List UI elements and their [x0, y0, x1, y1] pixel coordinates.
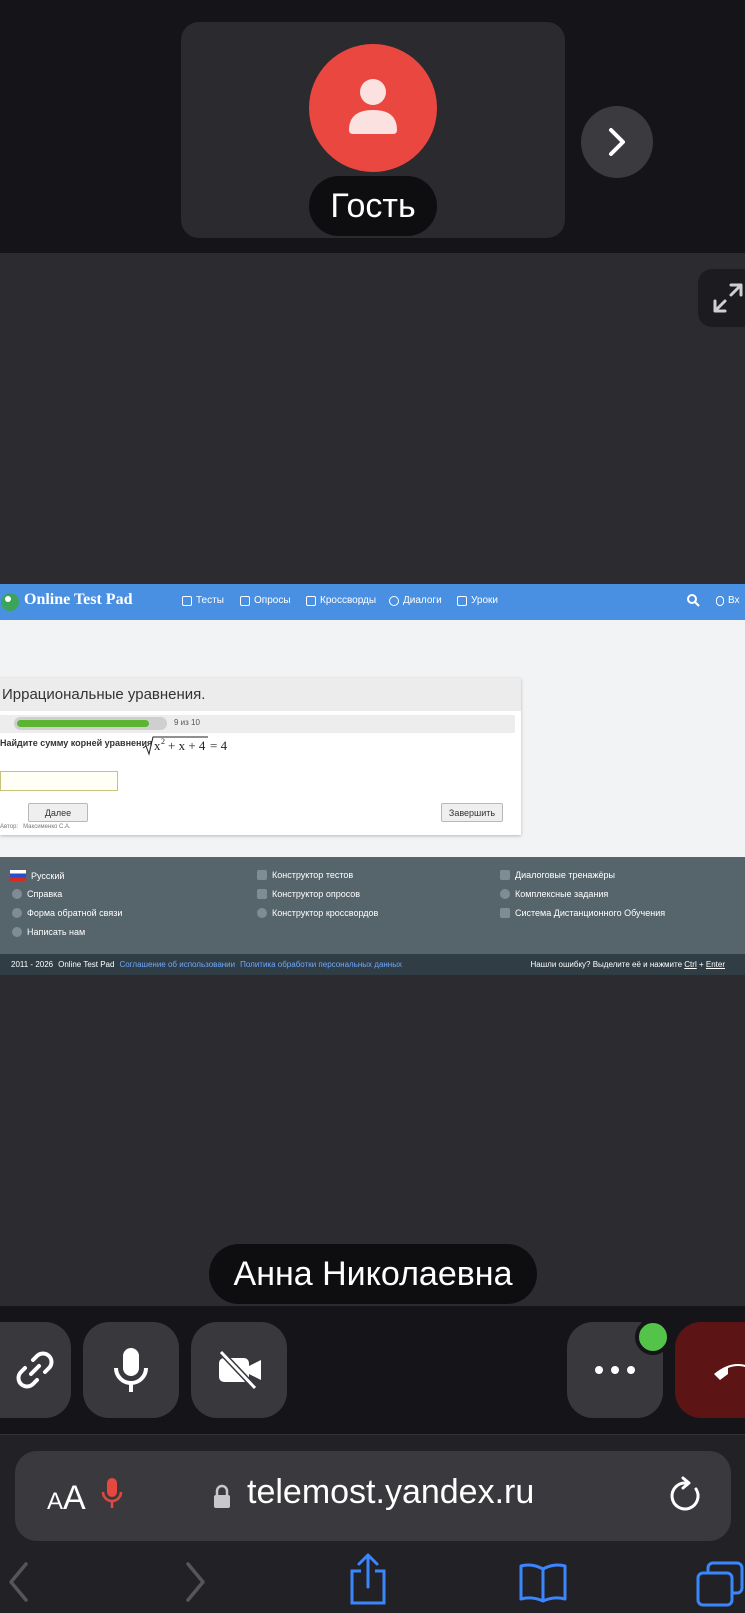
reload-icon[interactable] — [669, 1475, 703, 1515]
finish-test-button[interactable]: Завершить — [441, 803, 503, 822]
lms-icon — [500, 908, 510, 918]
user-icon — [716, 595, 724, 606]
call-controls — [0, 1306, 745, 1434]
svg-text:x: x — [154, 738, 161, 753]
footer-feedback[interactable]: Форма обратной связи — [12, 908, 122, 918]
camera-button[interactable] — [191, 1322, 287, 1418]
footer-help[interactable]: Справка — [12, 889, 62, 899]
tabs-icon[interactable] — [696, 1561, 744, 1607]
speaker-name: Анна Николаевна — [209, 1244, 537, 1304]
dialogs-icon — [389, 595, 399, 606]
forward-icon[interactable] — [182, 1561, 208, 1603]
tests-icon — [257, 870, 267, 880]
microphone-button[interactable] — [83, 1322, 179, 1418]
crosswords-icon — [306, 595, 316, 606]
russian-flag-icon — [10, 870, 26, 881]
progress-bar — [14, 717, 167, 730]
nav-polls[interactable]: Опросы — [240, 595, 291, 606]
mail-icon — [12, 927, 22, 937]
share-icon[interactable] — [348, 1553, 388, 1605]
next-participants-button[interactable] — [581, 106, 653, 178]
microphone-active-icon[interactable] — [101, 1477, 123, 1511]
guest-name: Гость — [309, 176, 437, 236]
back-icon[interactable] — [6, 1561, 32, 1603]
error-hint: Нашли ошибку? Выделите её и нажмите Ctrl… — [530, 960, 725, 969]
chevron-right-icon — [609, 128, 625, 156]
crosswords-icon — [257, 908, 267, 918]
privacy-link[interactable]: Политика обработки персональных данных — [240, 960, 402, 969]
svg-text:= 4: = 4 — [210, 738, 228, 753]
author-line: Автор: Максименко С.А. — [0, 824, 71, 830]
notification-dot — [635, 1319, 671, 1355]
footer-write-us[interactable]: Написать нам — [12, 927, 85, 937]
bookmarks-icon[interactable] — [518, 1561, 568, 1603]
polls-icon — [240, 595, 250, 606]
site-header: Online Test Pad Тесты Опросы Кроссворды … — [0, 584, 745, 620]
footer-lms[interactable]: Система Дистанционного Обучения — [500, 908, 665, 918]
microphone-icon — [114, 1348, 148, 1392]
lock-icon — [214, 1484, 230, 1508]
terms-link[interactable]: Соглашение об использовании — [119, 960, 235, 969]
question-equation: x 2 + x + 4 = 4 — [142, 735, 234, 761]
nav-crosswords[interactable]: Кроссворды — [306, 595, 376, 606]
tasks-icon — [500, 889, 510, 899]
progress-fill — [17, 720, 149, 727]
reader-settings-button[interactable]: AA — [47, 1479, 86, 1518]
progress-text: 9 из 10 — [174, 718, 200, 727]
fullscreen-button[interactable] — [698, 269, 745, 327]
url-text[interactable]: telemost.yandex.ru — [247, 1473, 534, 1512]
shared-screen: Online Test Pad Тесты Опросы Кроссворды … — [0, 584, 745, 975]
tests-icon — [182, 595, 192, 606]
copy-link-button[interactable] — [0, 1322, 71, 1418]
guest-tile[interactable]: Гость — [181, 22, 565, 238]
answer-input[interactable] — [0, 771, 118, 791]
link-icon — [16, 1351, 54, 1389]
next-question-button[interactable]: Далее — [28, 803, 88, 822]
site-footer: Русский Справка Форма обратной связи Нап… — [0, 857, 745, 954]
copyright-bar: 2011 - 2026 Online Test Pad Соглашение о… — [0, 954, 745, 975]
nav-lessons[interactable]: Уроки — [457, 595, 498, 606]
question-text: Найдите сумму корней уравнения — [0, 738, 153, 748]
test-title: Иррациональные уравнения. — [0, 678, 521, 711]
site-logo-icon — [1, 593, 19, 611]
expand-icon — [713, 283, 743, 313]
copyright-left: 2011 - 2026 Online Test Pad Соглашение о… — [11, 960, 402, 969]
polls-icon — [257, 889, 267, 899]
address-bar[interactable]: AA telemost.yandex.ru — [15, 1451, 731, 1541]
footer-complex-tasks[interactable]: Комплексные задания — [500, 889, 608, 899]
footer-crossword-builder[interactable]: Конструктор кроссвордов — [257, 908, 378, 918]
hang-up-button[interactable] — [675, 1322, 745, 1418]
test-card: Иррациональные уравнения. 9 из 10 Найдит… — [0, 678, 521, 835]
nav-login[interactable]: Вх — [716, 595, 740, 606]
lessons-icon — [457, 595, 467, 606]
participant-strip: Гость — [0, 0, 745, 253]
nav-tests[interactable]: Тесты — [182, 595, 224, 606]
guest-avatar — [309, 44, 437, 172]
svg-text:2: 2 — [161, 737, 165, 746]
progress-row: 9 из 10 — [0, 715, 515, 733]
browser-bar: AA telemost.yandex.ru — [0, 1434, 745, 1613]
footer-language[interactable]: Русский — [10, 870, 64, 881]
hang-up-icon — [714, 1364, 745, 1380]
site-logo-text[interactable]: Online Test Pad — [24, 591, 132, 609]
info-icon — [12, 889, 22, 899]
footer-dialog-trainers[interactable]: Диалоговые тренажёры — [500, 870, 615, 880]
more-icon — [595, 1366, 635, 1374]
svg-text:+ x + 4: + x + 4 — [168, 738, 206, 753]
footer-test-builder[interactable]: Конструктор тестов — [257, 870, 353, 880]
camera-off-icon — [218, 1349, 261, 1391]
person-icon — [349, 79, 397, 134]
nav-dialogs[interactable]: Диалоги — [389, 595, 442, 606]
trainer-icon — [500, 870, 510, 880]
feedback-icon — [12, 908, 22, 918]
footer-poll-builder[interactable]: Конструктор опросов — [257, 889, 360, 899]
search-icon[interactable] — [687, 594, 700, 607]
